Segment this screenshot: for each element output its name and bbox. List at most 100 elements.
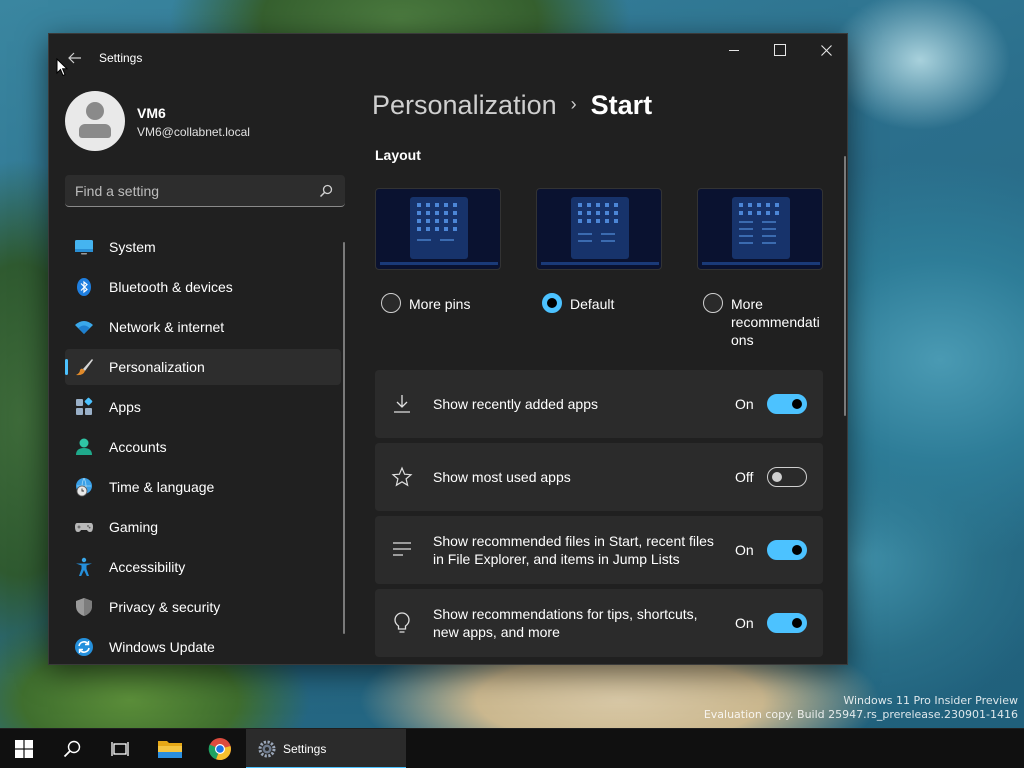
content-scrollbar[interactable] (844, 156, 846, 416)
recommendations-tips-toggle[interactable] (767, 613, 807, 633)
taskbar: Settings (0, 728, 1024, 768)
profile-name: VM6 (137, 105, 166, 121)
sidebar-item-privacy[interactable]: Privacy & security (65, 589, 341, 625)
start-icon (15, 740, 33, 758)
gamepad-icon (75, 523, 93, 532)
setting-label: Show recently added apps (433, 396, 598, 412)
sidebar-item-label: Windows Update (109, 639, 215, 655)
settings-window: Settings VM6 VM6@collabnet.local System (48, 33, 848, 665)
sidebar-item-windows-update[interactable]: Windows Update (65, 629, 341, 664)
toggle-state-label: On (735, 615, 754, 631)
sidebar-item-label: Privacy & security (109, 599, 221, 615)
list-icon (393, 542, 411, 556)
radio-default[interactable] (542, 293, 562, 313)
recently-added-apps-toggle[interactable] (767, 394, 807, 414)
windows-watermark: Windows 11 Pro Insider Preview Evaluatio… (704, 694, 1018, 722)
mouse-cursor-icon (56, 58, 68, 77)
download-icon (394, 395, 410, 413)
maximize-button[interactable] (757, 34, 803, 66)
task-view-icon (111, 742, 129, 756)
avatar[interactable] (65, 91, 125, 151)
toggle-state-label: On (735, 542, 754, 558)
search-icon (63, 740, 81, 758)
bluetooth-icon (77, 278, 91, 296)
sidebar-item-label: Accounts (109, 439, 167, 455)
sidebar-item-label: System (109, 239, 156, 255)
minimize-button[interactable] (711, 34, 757, 66)
sidebar-item-label: Gaming (109, 519, 159, 535)
watermark-edition: Windows 11 Pro Insider Preview (843, 694, 1018, 707)
start-preview-more-recommendations-icon (702, 197, 820, 265)
paintbrush-icon (76, 359, 93, 376)
sidebar-scrollbar[interactable] (343, 242, 345, 634)
sidebar-item-label: Apps (109, 399, 141, 415)
search-input[interactable] (75, 182, 305, 200)
apps-icon (76, 397, 93, 415)
toggle-state-label: Off (735, 469, 754, 485)
sidebar-item-personalization[interactable]: Personalization (65, 349, 341, 385)
wifi-icon (75, 321, 93, 334)
breadcrumb-separator: › (570, 94, 577, 114)
sidebar-nav: System Bluetooth & devices Network & int… (65, 229, 341, 664)
sidebar-item-label: Time & language (109, 479, 215, 495)
search-box[interactable] (65, 175, 345, 207)
chrome-button[interactable] (196, 729, 244, 768)
watermark-build: Evaluation copy. Build 25947.rs_prerelea… (703, 708, 1018, 721)
layout-option-label: More recommendati ons (731, 296, 820, 348)
globe-clock-icon (76, 477, 92, 497)
layout-preview-default[interactable] (536, 188, 662, 270)
refresh-icon (75, 638, 93, 656)
sidebar-item-apps[interactable]: Apps (65, 389, 341, 425)
profile-email: VM6@collabnet.local (137, 125, 250, 139)
radio-more-pins[interactable] (381, 293, 401, 313)
gear-icon (258, 740, 276, 758)
sidebar-item-network[interactable]: Network & internet (65, 309, 341, 345)
sidebar-item-label: Accessibility (109, 559, 186, 575)
taskbar-settings-app[interactable]: Settings (246, 729, 406, 768)
layout-option-label: Default (570, 296, 615, 312)
setting-recommendations-tips: Show recommendations for tips, shortcuts… (375, 589, 823, 657)
shield-icon (76, 598, 92, 616)
start-button[interactable] (0, 729, 48, 768)
accessibility-icon (76, 557, 92, 576)
setting-most-used-apps: Show most used apps Off (375, 443, 823, 511)
layout-section-title: Layout (375, 147, 421, 163)
sidebar-item-bluetooth[interactable]: Bluetooth & devices (65, 269, 341, 305)
window-title: Settings (99, 51, 143, 65)
breadcrumb: Personalization › Start (372, 90, 652, 130)
monitor-icon (75, 240, 93, 255)
close-icon (820, 44, 832, 56)
sidebar-item-label: Personalization (109, 359, 205, 375)
sidebar-item-time-language[interactable]: Time & language (65, 469, 341, 505)
layout-option-label: More pins (409, 296, 471, 312)
most-used-apps-toggle[interactable] (767, 467, 807, 487)
breadcrumb-parent[interactable]: Personalization (372, 90, 557, 120)
taskbar-search-button[interactable] (48, 729, 96, 768)
file-explorer-button[interactable] (146, 729, 194, 768)
sidebar-item-gaming[interactable]: Gaming (65, 509, 341, 545)
layout-preview-more-recommendations[interactable] (697, 188, 823, 270)
search-icon[interactable] (319, 184, 333, 198)
close-button[interactable] (803, 34, 847, 66)
setting-label: Show most used apps (433, 469, 571, 485)
setting-recently-added-apps: Show recently added apps On (375, 370, 823, 438)
radio-more-recommendations[interactable] (703, 293, 723, 313)
person-icon (76, 438, 92, 455)
arrow-left-icon (68, 52, 81, 64)
setting-label: Show recommendations for tips, shortcuts… (433, 606, 698, 640)
setting-recommended-files: Show recommended files in Start, recent … (375, 516, 823, 584)
sidebar-item-accessibility[interactable]: Accessibility (65, 549, 341, 585)
layout-preview-more-pins[interactable] (375, 188, 501, 270)
task-view-button[interactable] (96, 729, 144, 768)
sidebar-item-accounts[interactable]: Accounts (65, 429, 341, 465)
sidebar-item-system[interactable]: System (65, 229, 341, 265)
recommended-files-toggle[interactable] (767, 540, 807, 560)
sidebar-item-label: Bluetooth & devices (109, 279, 233, 295)
toggle-state-label: On (735, 396, 754, 412)
lightbulb-icon (394, 612, 410, 633)
sidebar-item-label: Network & internet (109, 319, 225, 335)
start-preview-more-pins-icon (380, 197, 498, 265)
start-preview-default-icon (541, 197, 659, 265)
taskbar-app-label: Settings (283, 742, 327, 756)
title-bar[interactable]: Settings (49, 34, 847, 82)
